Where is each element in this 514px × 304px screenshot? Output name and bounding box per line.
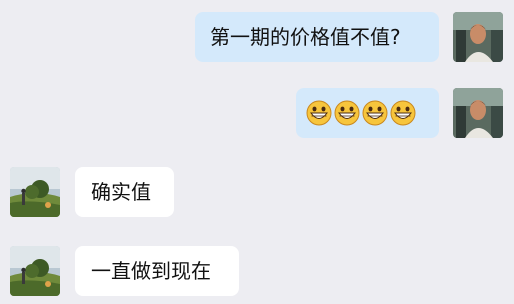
message-text: 确实值 (91, 180, 151, 204)
grinning-face-emoji (306, 100, 332, 126)
message-bubble-sent-emoji[interactable] (296, 88, 439, 138)
message-bubble-received[interactable]: 一直做到现在 (75, 246, 239, 296)
avatar-self[interactable] (453, 88, 503, 138)
grinning-face-emoji (390, 100, 416, 126)
avatar-contact[interactable] (10, 246, 60, 296)
avatar-contact[interactable] (10, 167, 60, 217)
message-text: 一直做到现在 (91, 259, 211, 283)
message-bubble-sent[interactable]: 第一期的价格值不值? (195, 12, 439, 62)
grinning-face-emoji (334, 100, 360, 126)
message-text: 第一期的价格值不值? (210, 25, 401, 49)
avatar-self[interactable] (453, 12, 503, 62)
chat-conversation: 第一期的价格值不值? 确实值 一直做到现在 (0, 0, 514, 304)
grinning-face-emoji (362, 100, 388, 126)
message-bubble-received[interactable]: 确实值 (75, 167, 174, 217)
